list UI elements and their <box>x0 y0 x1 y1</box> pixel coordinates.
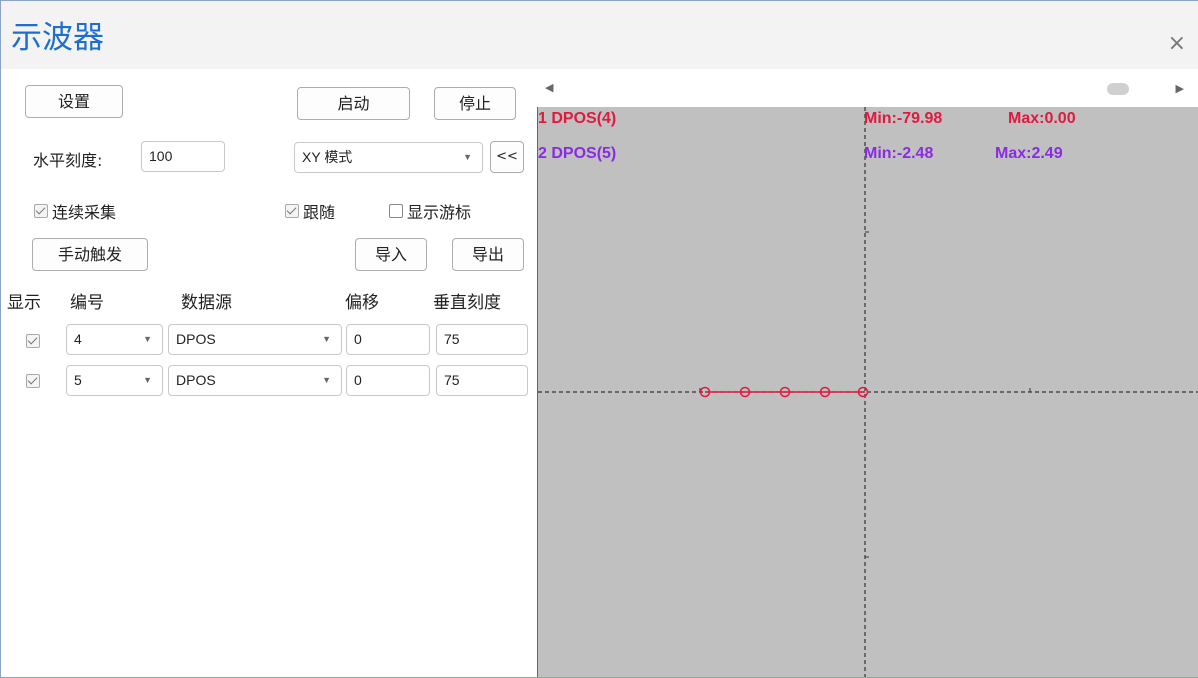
settings-button[interactable]: 设置 <box>25 85 123 118</box>
follow-checkbox[interactable] <box>285 204 299 218</box>
export-button[interactable]: 导出 <box>452 238 524 271</box>
row-show-checkbox[interactable] <box>26 374 40 388</box>
header-offset: 偏移 <box>345 293 379 313</box>
show-cursor-label: 显示游标 <box>407 203 472 222</box>
header-number: 编号 <box>70 293 104 313</box>
channel-1-max: Max:0.00 <box>1008 110 1076 127</box>
mode-select[interactable]: XY 模式 ▼ <box>294 142 483 173</box>
chevron-down-icon: ▼ <box>143 334 152 344</box>
stop-button[interactable]: 停止 <box>434 87 516 120</box>
chevron-down-icon: ▼ <box>322 375 331 385</box>
oscilloscope-window: 示波器 × 设置 启动 停止 水平刻度: 100 XY 模式 ▼ << 连续采集… <box>0 0 1198 678</box>
row-source-select[interactable]: DPOS ▼ <box>168 365 342 396</box>
scrollbar-thumb[interactable] <box>1107 83 1129 95</box>
channel-1-label: 1 DPOS(4) <box>538 110 617 127</box>
follow-label: 跟随 <box>303 203 336 222</box>
row-show-checkbox[interactable] <box>26 334 40 348</box>
start-button[interactable]: 启动 <box>297 87 410 120</box>
row-source-select[interactable]: DPOS ▼ <box>168 324 342 355</box>
scroll-right-icon[interactable]: ▶ <box>1176 82 1184 95</box>
control-panel: 设置 启动 停止 水平刻度: 100 XY 模式 ▼ << 连续采集 跟随 显示… <box>1 69 537 677</box>
row-number-value: 4 <box>74 331 82 347</box>
channel-1-min: Min:-79.98 <box>864 110 943 127</box>
window-title: 示波器 <box>11 20 104 56</box>
scope-plot-svg <box>538 107 1198 677</box>
manual-trigger-button[interactable]: 手动触发 <box>32 238 148 271</box>
continuous-checkbox[interactable] <box>34 204 48 218</box>
row-number-select[interactable]: 4 ▼ <box>66 324 163 355</box>
channel-2-label: 2 DPOS(5) <box>538 145 617 162</box>
row-offset-input[interactable]: 0 <box>346 365 430 396</box>
close-icon[interactable]: × <box>1168 33 1186 55</box>
row-number-select[interactable]: 5 ▼ <box>66 365 163 396</box>
show-cursor-checkbox[interactable] <box>389 204 403 218</box>
row-vscale-input[interactable]: 75 <box>436 365 528 396</box>
collapse-button[interactable]: << <box>490 141 524 173</box>
horizontal-scale-label: 水平刻度: <box>33 151 103 170</box>
header-source: 数据源 <box>181 293 232 313</box>
row-source-value: DPOS <box>176 372 216 388</box>
row-source-value: DPOS <box>176 331 216 347</box>
scroll-left-icon[interactable]: ◀ <box>545 81 553 94</box>
row-offset-input[interactable]: 0 <box>346 324 430 355</box>
row-vscale-input[interactable]: 75 <box>436 324 528 355</box>
title-bar: 示波器 × <box>1 1 1198 69</box>
chevron-down-icon: ▼ <box>322 334 331 344</box>
scope-plot[interactable]: 1 DPOS(4) Min:-79.98 Max:0.00 2 DPOS(5) … <box>537 107 1198 677</box>
channel-2-max: Max:2.49 <box>995 145 1063 162</box>
header-show: 显示 <box>7 293 41 313</box>
row-number-value: 5 <box>74 372 82 388</box>
horizontal-scale-input[interactable]: 100 <box>141 141 225 172</box>
horizontal-scrollbar[interactable]: ◀ ▶ <box>537 69 1198 107</box>
header-vscale: 垂直刻度 <box>433 293 501 313</box>
chevron-down-icon: ▼ <box>463 152 472 162</box>
mode-select-value: XY 模式 <box>302 149 353 165</box>
continuous-label: 连续采集 <box>52 203 117 222</box>
import-button[interactable]: 导入 <box>355 238 427 271</box>
scope-area: ◀ ▶ 1 DPOS(4) Min:-79.98 Max:0.00 2 DPOS… <box>537 69 1198 677</box>
chevron-down-icon: ▼ <box>143 375 152 385</box>
channel-2-min: Min:-2.48 <box>864 145 934 162</box>
